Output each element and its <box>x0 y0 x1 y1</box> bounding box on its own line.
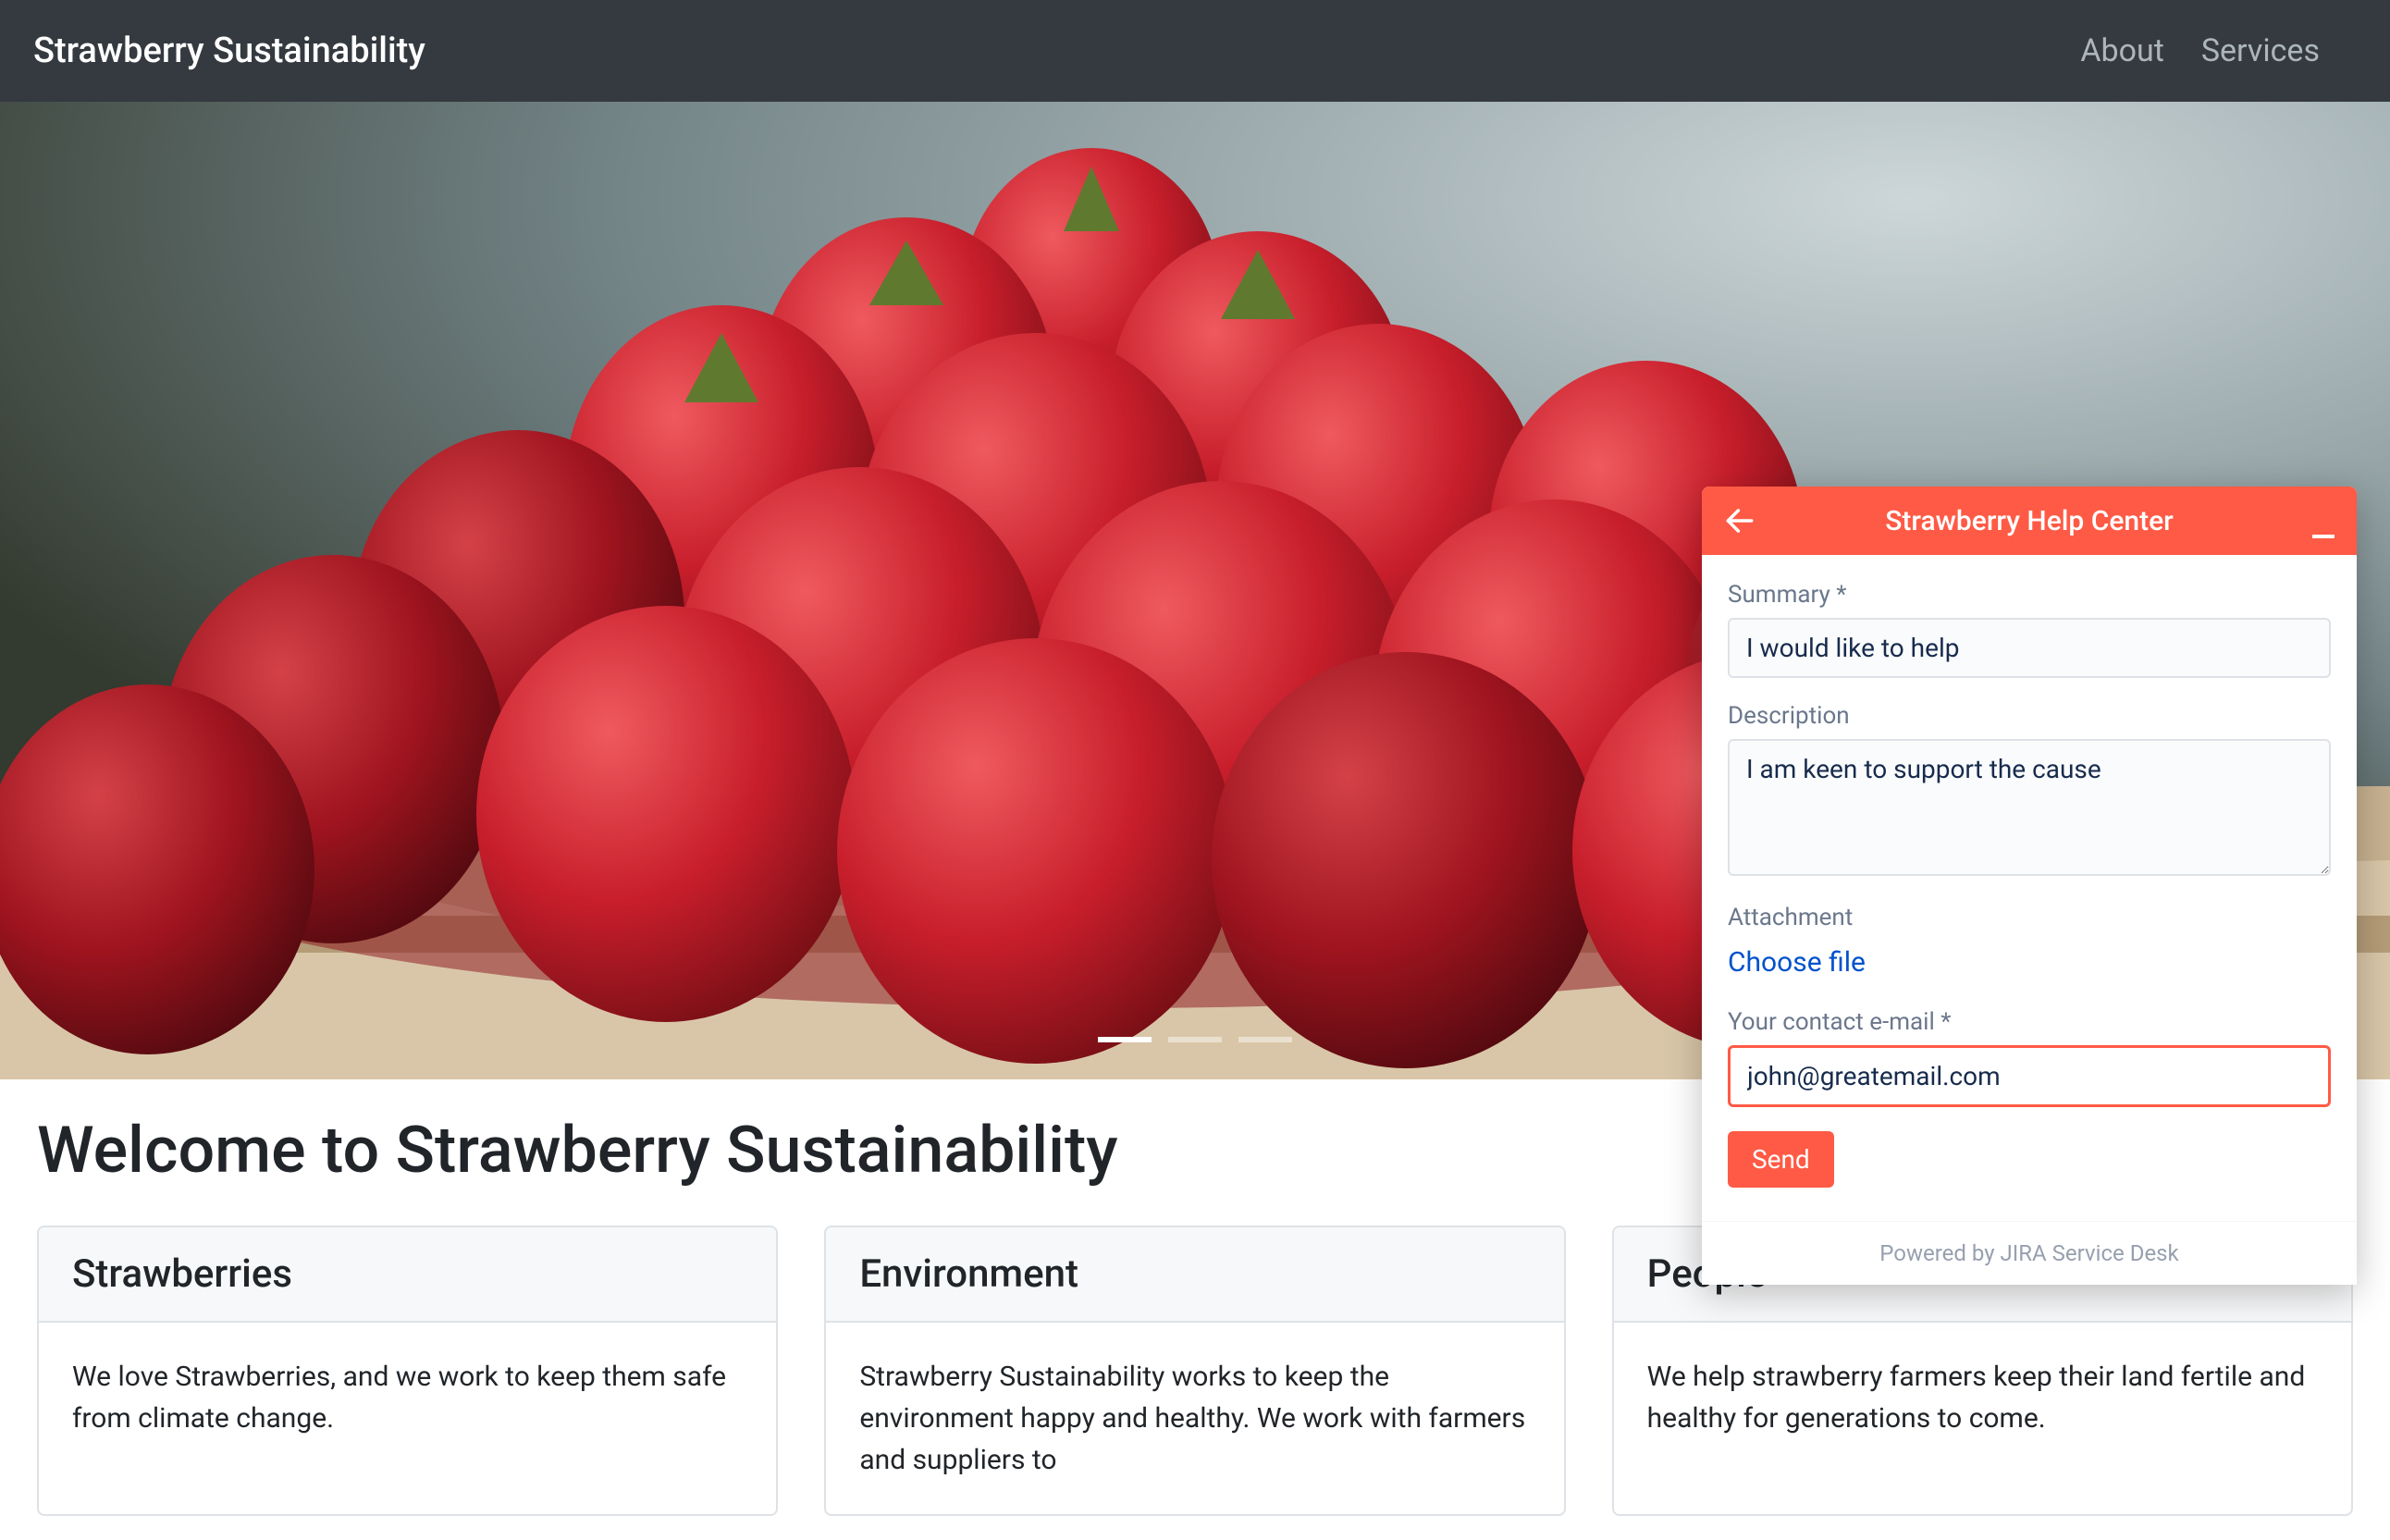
description-label: Description <box>1728 702 2331 730</box>
help-widget: Strawberry Help Center Summary * Descrip… <box>1702 487 2357 1285</box>
card-body: We help strawberry farmers keep their la… <box>1614 1323 2351 1472</box>
carousel-indicator-3[interactable] <box>1238 1037 1292 1042</box>
card-environment: Environment Strawberry Sustainability wo… <box>824 1226 1565 1516</box>
email-input[interactable] <box>1728 1045 2331 1107</box>
back-arrow-icon[interactable] <box>1722 503 1757 538</box>
nav-links: About Services <box>2080 32 2320 69</box>
widget-title: Strawberry Help Center <box>1724 505 2335 537</box>
card-strawberries: Strawberries We love Strawberries, and w… <box>37 1226 778 1516</box>
widget-body: Summary * Description Attachment Choose … <box>1702 555 2357 1221</box>
carousel-indicator-2[interactable] <box>1168 1037 1222 1042</box>
minimize-icon[interactable] <box>2312 535 2335 538</box>
carousel-indicators <box>1098 1037 1292 1042</box>
card-title: Environment <box>826 1227 1563 1323</box>
attachment-label: Attachment <box>1728 904 2331 931</box>
widget-header: Strawberry Help Center <box>1702 487 2357 555</box>
description-input[interactable] <box>1728 739 2331 876</box>
nav-link-about[interactable]: About <box>2080 32 2164 69</box>
card-title: Strawberries <box>39 1227 776 1323</box>
navbar: Strawberry Sustainability About Services <box>0 0 2390 102</box>
widget-footer: Powered by JIRA Service Desk <box>1702 1221 2357 1285</box>
send-button[interactable]: Send <box>1728 1131 1834 1188</box>
choose-file-button[interactable]: Choose file <box>1728 941 1866 984</box>
brand: Strawberry Sustainability <box>33 31 425 71</box>
summary-label: Summary * <box>1728 581 2331 609</box>
card-body: Strawberry Sustainability works to keep … <box>826 1323 1563 1514</box>
nav-link-services[interactable]: Services <box>2201 32 2320 69</box>
carousel-indicator-1[interactable] <box>1098 1037 1152 1042</box>
email-label: Your contact e-mail * <box>1728 1008 2331 1036</box>
card-body: We love Strawberries, and we work to kee… <box>39 1323 776 1472</box>
summary-input[interactable] <box>1728 618 2331 678</box>
